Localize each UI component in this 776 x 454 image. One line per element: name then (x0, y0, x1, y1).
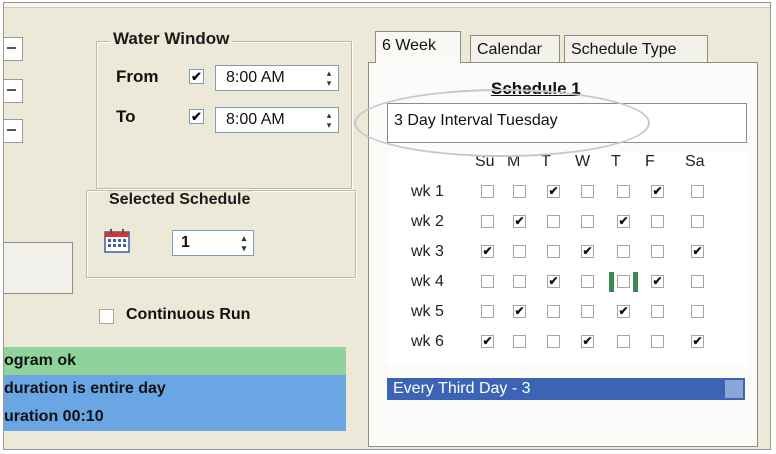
week-2-day-5-checkbox[interactable] (651, 215, 664, 228)
clipped-spinner-1[interactable] (4, 37, 23, 61)
week-4-day-1-checkbox[interactable] (513, 275, 526, 288)
week-3-day-1-checkbox[interactable] (513, 245, 526, 258)
week-1-day-0-checkbox[interactable] (481, 185, 494, 198)
week-1-day-6-checkbox[interactable] (691, 185, 704, 198)
day-header-5: F (645, 153, 655, 170)
week-5-day-3-checkbox[interactable] (581, 305, 594, 318)
to-time-spinner[interactable]: ▴ ▾ (322, 110, 336, 130)
week-4-day-5-checkbox[interactable]: ✔ (651, 275, 664, 288)
day-header-2: T (541, 153, 551, 170)
week-6-day-1-checkbox[interactable] (513, 335, 526, 348)
week-label-6: wk 6 (411, 333, 444, 350)
continuous-run-checkbox[interactable] (99, 309, 114, 324)
week-6-day-6-checkbox[interactable]: ✔ (691, 335, 704, 348)
week-2-day-4-checkbox[interactable]: ✔ (617, 215, 630, 228)
schedule-type-dropdown[interactable]: Every Third Day - 3 (387, 378, 745, 400)
week-2-day-1-checkbox[interactable]: ✔ (513, 215, 526, 228)
day-header-1: M (507, 153, 521, 170)
status-line-2: duration is entire day (4, 375, 346, 403)
focus-marker-0 (609, 272, 614, 292)
week-4-day-0-checkbox[interactable] (481, 275, 494, 288)
from-label: From (116, 67, 159, 86)
week-3-day-2-checkbox[interactable] (547, 245, 560, 258)
day-header-3: W (575, 153, 591, 170)
day-header-0: Su (475, 153, 495, 170)
week-6-day-0-checkbox[interactable]: ✔ (481, 335, 494, 348)
dropdown-button[interactable] (725, 380, 743, 398)
week-6-day-2-checkbox[interactable] (547, 335, 560, 348)
week-5-day-4-checkbox[interactable]: ✔ (617, 305, 630, 318)
week-5-day-1-checkbox[interactable]: ✔ (513, 305, 526, 318)
selected-schedule-spin-buttons[interactable]: ▴ ▾ (237, 233, 251, 253)
week-label-4: wk 4 (411, 273, 444, 290)
week-1-day-4-checkbox[interactable] (617, 185, 630, 198)
from-time-input[interactable]: 8:00 AM ▴ ▾ (215, 65, 339, 91)
week-2-day-0-checkbox[interactable] (481, 215, 494, 228)
clipped-spinner-3[interactable] (4, 119, 23, 143)
from-time-spinner[interactable]: ▴ ▾ (322, 68, 336, 88)
from-checkbox[interactable]: ✔ (189, 69, 204, 84)
clipped-spinner-2[interactable] (4, 79, 23, 103)
day-header-6: Sa (685, 153, 705, 170)
six-week-grid: Su M T W T F Sa wk 1 ✔ ✔ wk 2 ✔ ✔ wk 3 ✔ ✔ ✔ wk 4 ✔ ✔ wk 5 ✔ ✔… (387, 153, 747, 365)
week-3-day-0-checkbox[interactable]: ✔ (481, 245, 494, 258)
week-label-3: wk 3 (411, 243, 444, 260)
week-2-day-6-checkbox[interactable] (691, 215, 704, 228)
focus-marker-1 (633, 272, 638, 292)
tab-6-week[interactable]: 6 Week (375, 31, 461, 63)
week-4-day-6-checkbox[interactable] (691, 275, 704, 288)
week-4-day-3-checkbox[interactable] (581, 275, 594, 288)
tab-calendar[interactable]: Calendar (470, 35, 560, 63)
week-3-day-6-checkbox[interactable]: ✔ (691, 245, 704, 258)
water-window-title: Water Window (110, 29, 233, 49)
to-time-value: 8:00 AM (226, 111, 285, 128)
to-checkbox[interactable]: ✔ (189, 109, 204, 124)
top-border (4, 3, 770, 8)
clipped-button[interactable] (4, 242, 73, 294)
continuous-run-label: Continuous Run (126, 306, 251, 323)
week-label-1: wk 1 (411, 183, 444, 200)
to-label: To (116, 107, 136, 126)
week-5-day-2-checkbox[interactable] (547, 305, 560, 318)
window-frame: Water Window From ✔ 8:00 AM ▴ ▾ To ✔ 8:00… (3, 2, 771, 450)
tab-schedule-type[interactable]: Schedule Type (564, 35, 708, 63)
week-1-day-2-checkbox[interactable]: ✔ (547, 185, 560, 198)
from-time-value: 8:00 AM (226, 69, 285, 86)
selected-schedule-spinner[interactable]: 1 ▴ ▾ (172, 230, 254, 256)
week-3-day-3-checkbox[interactable]: ✔ (581, 245, 594, 258)
week-6-day-3-checkbox[interactable]: ✔ (581, 335, 594, 348)
week-label-5: wk 5 (411, 303, 444, 320)
selected-schedule-value: 1 (181, 234, 190, 251)
schedule-title: Schedule 1 (491, 79, 581, 98)
week-6-day-4-checkbox[interactable] (617, 335, 630, 348)
status-line-3: uration 00:10 (4, 403, 346, 431)
week-2-day-3-checkbox[interactable] (581, 215, 594, 228)
day-header-4: T (611, 153, 621, 170)
schedule-type-value: Every Third Day - 3 (393, 380, 531, 397)
week-1-day-3-checkbox[interactable] (581, 185, 594, 198)
status-line-1: ogram ok (4, 347, 346, 375)
to-time-input[interactable]: 8:00 AM ▴ ▾ (215, 107, 339, 133)
calendar-icon (104, 229, 130, 253)
week-2-day-2-checkbox[interactable] (547, 215, 560, 228)
week-3-day-4-checkbox[interactable] (617, 245, 630, 258)
week-5-day-5-checkbox[interactable] (651, 305, 664, 318)
week-3-day-5-checkbox[interactable] (651, 245, 664, 258)
week-5-day-0-checkbox[interactable] (481, 305, 494, 318)
week-5-day-6-checkbox[interactable] (691, 305, 704, 318)
week-label-2: wk 2 (411, 213, 444, 230)
week-4-day-4-checkbox[interactable] (617, 275, 630, 288)
week-4-day-2-checkbox[interactable]: ✔ (547, 275, 560, 288)
schedule-name-input[interactable]: 3 Day Interval Tuesday (387, 103, 747, 143)
selected-schedule-title: Selected Schedule (106, 191, 254, 209)
week-6-day-5-checkbox[interactable] (651, 335, 664, 348)
week-1-day-5-checkbox[interactable]: ✔ (651, 185, 664, 198)
week-1-day-1-checkbox[interactable] (513, 185, 526, 198)
